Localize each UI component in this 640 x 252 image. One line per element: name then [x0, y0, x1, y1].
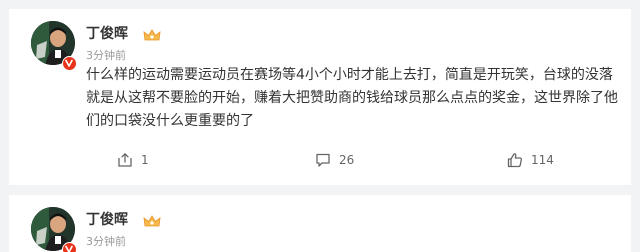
- weibo-post: 丁俊晖 3分钟前: [9, 195, 631, 252]
- fan-badge-icon: [143, 213, 161, 227]
- fan-badge-icon: [143, 27, 161, 41]
- comment-icon: [316, 153, 330, 167]
- verified-badge-icon: [62, 56, 77, 71]
- thumbs-up-icon: [507, 153, 522, 168]
- username[interactable]: 丁俊晖: [86, 25, 128, 43]
- like-button[interactable]: 114: [507, 149, 554, 171]
- share-button[interactable]: 1: [117, 149, 149, 171]
- verified-badge-icon: [62, 242, 77, 252]
- post-content: 什么样的运动需要运动员在赛场等4小个小时才能上去打，简直是开玩笑，台球的没落就是…: [86, 67, 618, 129]
- share-count: 1: [141, 153, 149, 167]
- share-icon: [118, 153, 132, 167]
- comment-count: 26: [339, 153, 355, 167]
- username[interactable]: 丁俊晖: [86, 211, 128, 229]
- like-count: 114: [531, 153, 554, 167]
- weibo-post: 丁俊晖 3分钟前 什么样的运动需要运动员在赛场等4小个小时才能上去打，简直是开玩…: [9, 9, 631, 185]
- comment-button[interactable]: 26: [315, 149, 354, 171]
- post-timestamp[interactable]: 3分钟前: [86, 49, 126, 63]
- post-timestamp[interactable]: 3分钟前: [86, 235, 126, 249]
